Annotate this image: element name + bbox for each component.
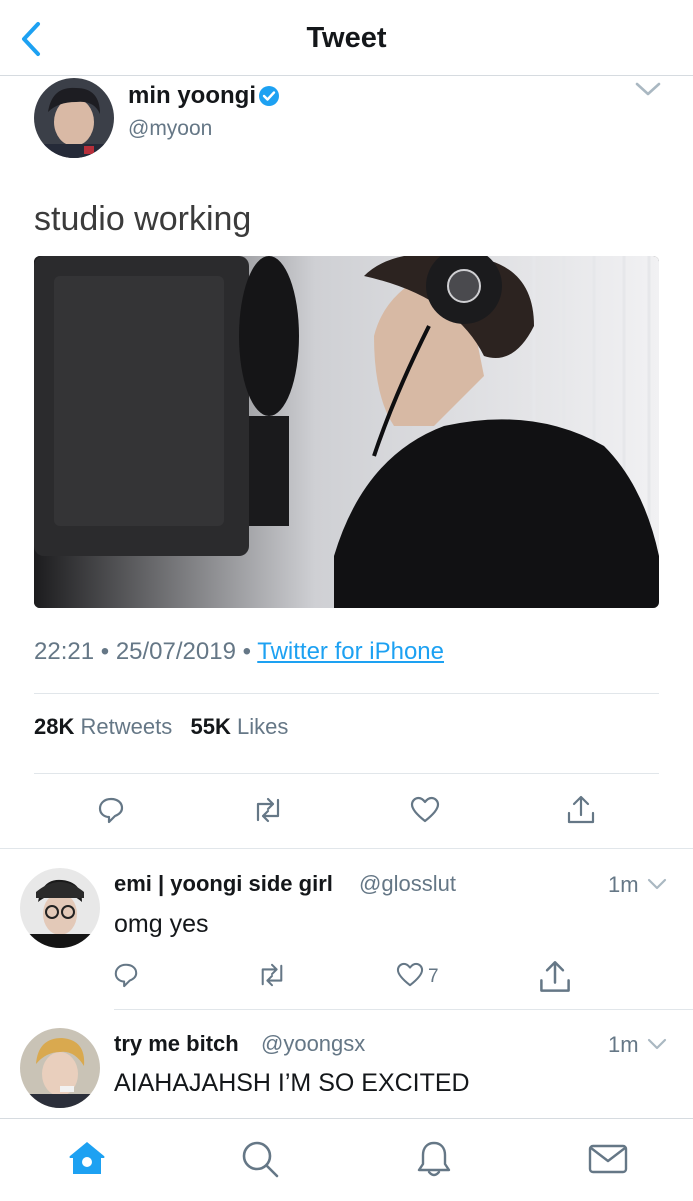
- tab-home[interactable]: [67, 1139, 107, 1182]
- reply-timestamp: 1m: [608, 872, 639, 897]
- reply-icon[interactable]: [113, 962, 139, 988]
- reply-author-name[interactable]: emi | yoongi side girl: [114, 871, 333, 897]
- author-handle[interactable]: @myoon: [128, 117, 212, 141]
- reply-icon[interactable]: [97, 796, 125, 824]
- divider: [114, 1009, 693, 1010]
- reply-timestamp: 1m: [608, 1032, 639, 1057]
- reply-author-name[interactable]: try me bitch: [114, 1031, 239, 1057]
- bell-icon: [417, 1141, 451, 1177]
- share-icon[interactable]: [538, 960, 572, 994]
- share-icon[interactable]: [566, 795, 596, 825]
- retweet-count[interactable]: 28K: [34, 714, 74, 739]
- navigation-bar: Tweet: [0, 0, 693, 76]
- like-icon[interactable]: [396, 962, 424, 988]
- like-count: 7: [428, 966, 439, 987]
- verified-badge-icon: [259, 86, 279, 106]
- reply-avatar[interactable]: [20, 1028, 100, 1108]
- search-icon: [242, 1141, 279, 1178]
- divider: [34, 773, 659, 774]
- retweet-icon[interactable]: [251, 796, 285, 824]
- meta-separator: •: [100, 638, 110, 665]
- author-name[interactable]: min yoongi: [128, 82, 256, 110]
- tweet-source-link[interactable]: Twitter for iPhone: [257, 638, 444, 665]
- divider: [0, 848, 693, 849]
- chevron-down-icon[interactable]: [647, 1037, 667, 1051]
- home-icon: [69, 1142, 105, 1174]
- tweet-meta: 22:21 • 25/07/2019 • Twitter for iPhone: [34, 638, 444, 666]
- reply-text: AIAHAJAHSH I’M SO EXCITED: [114, 1069, 470, 1097]
- page-title: Tweet: [306, 22, 387, 54]
- tweet-stats: 28K Retweets 55K Likes: [34, 714, 288, 740]
- tab-bar: [0, 1118, 693, 1201]
- author-avatar[interactable]: [34, 78, 114, 158]
- tweet-photo[interactable]: [34, 256, 659, 608]
- chevron-down-icon[interactable]: [647, 877, 667, 891]
- divider: [34, 693, 659, 694]
- reply-author-handle[interactable]: @glosslut: [359, 871, 456, 897]
- like-label[interactable]: Likes: [237, 714, 288, 739]
- reply-text: omg yes: [114, 910, 209, 938]
- like-count[interactable]: 55K: [191, 714, 231, 739]
- reply-author-handle[interactable]: @yoongsx: [261, 1031, 365, 1057]
- tab-notifications[interactable]: [414, 1139, 454, 1184]
- like-icon[interactable]: [410, 796, 440, 824]
- reply-avatar[interactable]: [20, 868, 100, 948]
- meta-separator: •: [242, 638, 252, 665]
- tab-search[interactable]: [240, 1139, 280, 1184]
- chevron-down-icon[interactable]: [634, 80, 662, 98]
- tweet-date: 25/07/2019: [115, 638, 236, 665]
- tweet-text: studio working: [34, 200, 252, 238]
- mail-icon: [588, 1144, 628, 1174]
- retweet-label[interactable]: Retweets: [80, 714, 172, 739]
- tweet-time: 22:21: [34, 638, 95, 665]
- tab-messages[interactable]: [587, 1139, 629, 1184]
- retweet-icon[interactable]: [256, 962, 288, 988]
